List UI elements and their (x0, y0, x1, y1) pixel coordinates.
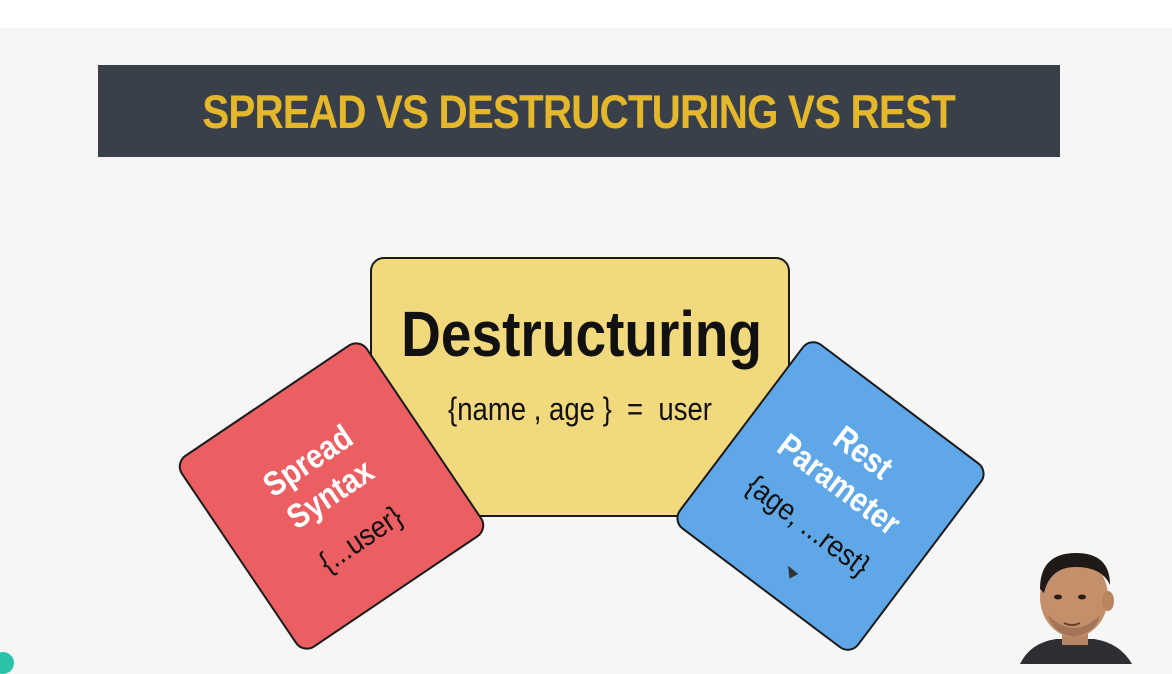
destructuring-heading: Destructuring (401, 298, 762, 370)
top-strip (0, 0, 1172, 28)
title-banner: SPREAD VS DESTRUCTURING VS REST (98, 65, 1060, 157)
corner-indicator-dot (0, 652, 14, 674)
slide-title: SPREAD VS DESTRUCTURING VS REST (202, 84, 957, 138)
destructuring-code: {name , age } = user (448, 391, 712, 427)
rest-title: Rest Parameter (751, 380, 951, 558)
presenter-webcam (1020, 553, 1132, 664)
